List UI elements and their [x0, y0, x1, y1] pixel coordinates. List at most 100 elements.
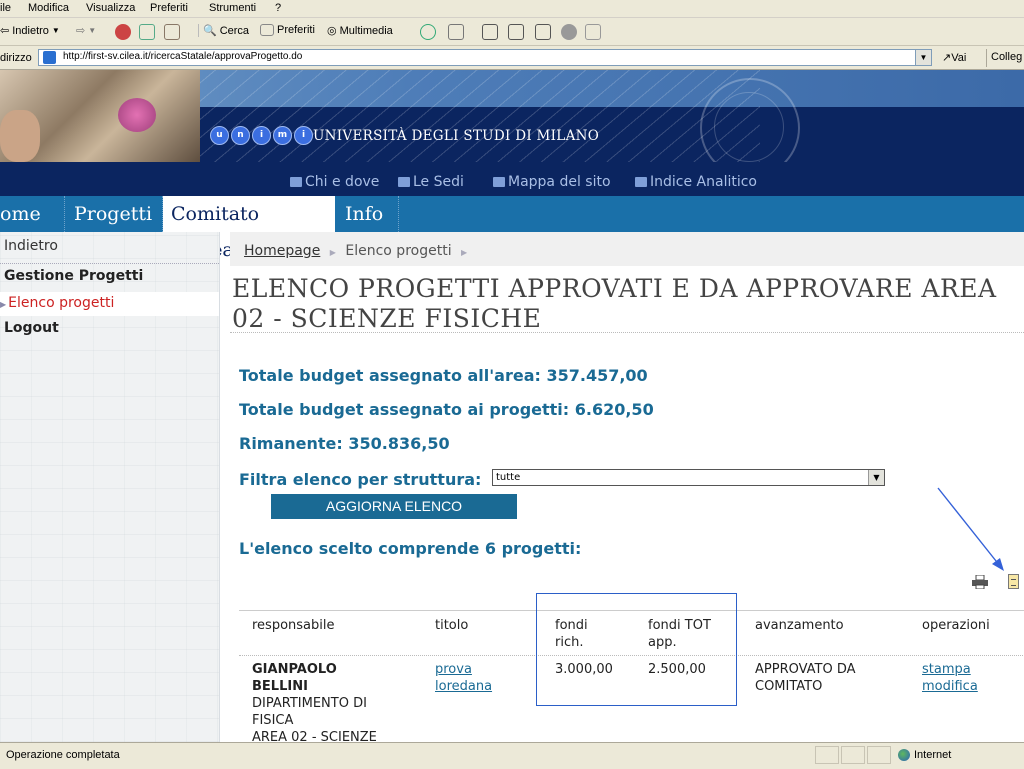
update-list-button[interactable]: AGGIORNA ELENCO [271, 494, 517, 519]
row-avanzamento: APPROVATO DA COMITATO [755, 662, 856, 694]
nav-info[interactable]: Info [337, 196, 399, 232]
url-input[interactable]: http://first-sv.cilea.it/ricercaStatale/… [38, 49, 932, 66]
sidebar-group-heading: Gestione Progetti [4, 268, 144, 284]
favorites-button[interactable]: Preferiti [260, 24, 315, 36]
service-links-bar: Chi e dove Le Sedi Mappa del sito Indice… [0, 162, 1024, 196]
media-icon: ◎ [327, 25, 337, 37]
project-title-link[interactable]: prova loredana [435, 661, 492, 695]
status-pane [867, 746, 891, 764]
logo-letter: i [294, 126, 313, 145]
indice-analitico-link[interactable]: Indice Analitico [635, 174, 757, 190]
highlight-box [536, 593, 737, 706]
go-button[interactable]: ↗Vai [942, 51, 966, 64]
back-button[interactable]: ⇦ Indietro ▼ [0, 24, 60, 38]
print-icon[interactable] [482, 24, 498, 40]
refresh-icon[interactable] [139, 24, 155, 40]
building-icon [398, 177, 410, 187]
stampa-link[interactable]: stampa [922, 662, 971, 677]
sitemap-icon [493, 177, 505, 187]
logo-letter: u [210, 126, 229, 145]
menu-edit[interactable]: Modifica [28, 2, 69, 14]
sidebar: Indietro Gestione Progetti ▶ Elenco proge… [0, 232, 220, 742]
sidebar-item-label: Elenco progetti [8, 295, 115, 311]
status-pane [815, 746, 839, 764]
forward-button[interactable]: ⇨ ▼ [76, 24, 96, 37]
breadcrumb-arrow-icon: ▶ [461, 248, 468, 257]
menu-tools[interactable]: Strumenti [209, 2, 256, 14]
service-label: Le Sedi [413, 174, 464, 190]
search-icon: 🔍 [203, 25, 217, 37]
photo-flask [118, 98, 156, 132]
dropdown-icon: ▼ [88, 26, 97, 35]
browser-status-bar: Operazione completata Internet [0, 742, 1024, 769]
search-label: Cerca [219, 24, 250, 37]
mail-icon[interactable] [448, 24, 464, 40]
discuss-icon[interactable] [535, 24, 551, 40]
unimi-logo[interactable]: u n i m i [210, 126, 313, 145]
links-button[interactable]: Colleg [986, 49, 1022, 67]
url-dropdown-icon[interactable]: ▼ [915, 50, 931, 65]
history-icon[interactable] [420, 24, 436, 40]
menu-view[interactable]: Visualizza [86, 2, 135, 14]
page-title: ELENCO PROGETTI APPROVATI E DA APPROVARE… [232, 274, 1022, 334]
university-name: UNIVERSITÀ DEGLI STUDI DI MILANO [313, 128, 600, 144]
breadcrumb-homepage-link[interactable]: Homepage [244, 243, 320, 259]
research-icon[interactable] [585, 24, 601, 40]
browser-menu-bar: ile Modifica Visualizza Preferiti Strume… [0, 0, 1024, 18]
chi-e-dove-link[interactable]: Chi e dove [290, 174, 379, 190]
modifica-link[interactable]: modifica [922, 679, 978, 694]
annotation-arrow [937, 487, 1004, 571]
mappa-sito-link[interactable]: Mappa del sito [493, 174, 611, 190]
browser-toolbar: ⇦ Indietro ▼ ⇨ ▼ 🔍 Cerca Preferiti ◎ Mul… [0, 18, 1024, 46]
site-banner: u n i m i UNIVERSITÀ DEGLI STUDI DI MILA… [0, 70, 1024, 162]
service-label: Indice Analitico [650, 174, 757, 190]
search-button[interactable]: 🔍 Cerca [198, 24, 249, 37]
address-label: dirizzo [0, 52, 32, 64]
responsabile-dept: DIPARTIMENTO DI FISICA AREA 02 - SCIENZE [252, 696, 377, 742]
print-icon[interactable] [972, 575, 988, 589]
zone-indicator: Internet [898, 749, 951, 761]
sidebar-logout-link[interactable]: Logout [0, 320, 219, 336]
nav-progetti[interactable]: Progetti [66, 196, 163, 232]
go-arrow-icon: ↗ [942, 52, 952, 64]
nav-label: Info [345, 203, 384, 225]
stop-icon[interactable] [115, 24, 131, 40]
menu-help[interactable]: ? [275, 2, 281, 14]
breadcrumb-current: Elenco progetti [345, 243, 452, 259]
sidebar-back-link[interactable]: Indietro [0, 238, 219, 264]
row-operazioni: stampa modifica [922, 661, 978, 695]
home-icon[interactable] [164, 24, 180, 40]
budget-area-text: Totale budget assegnato all'area: 357.45… [239, 366, 648, 385]
responsabile-name: GIANPAOLO BELLINI [252, 662, 337, 694]
page-title-line: ELENCO PROGETTI APPROVATI E DA APPROVARE… [232, 274, 997, 303]
contacts-icon [290, 177, 302, 187]
breadcrumb-arrow-icon: ▶ [329, 248, 336, 257]
le-sedi-link[interactable]: Le Sedi [398, 174, 464, 190]
filter-label: Filtra elenco per struttura: [239, 470, 482, 489]
select-dropdown-icon: ▼ [868, 470, 884, 485]
go-label: Vai [951, 52, 967, 64]
nav-comitato-area[interactable]: Comitato d'Area [163, 196, 335, 261]
notes-icon[interactable] [1008, 574, 1019, 589]
banner-pattern [200, 70, 760, 162]
globe-icon [898, 749, 910, 761]
media-button[interactable]: ◎ Multimedia [327, 24, 393, 38]
page-title-line: 02 - SCIENZE FISICHE [232, 304, 542, 333]
logo-letter: n [231, 126, 250, 145]
structure-filter-select[interactable]: tutte ▼ [492, 469, 885, 486]
sidebar-item-elenco-progetti[interactable]: ▶ Elenco progetti [0, 292, 219, 316]
menu-file[interactable]: ile [0, 2, 11, 14]
remaining-budget-text: Rimanente: 350.836,50 [239, 434, 450, 453]
page-icon [43, 51, 56, 64]
logo-letter: m [273, 126, 292, 145]
service-label: Mappa del sito [508, 174, 611, 190]
nav-home[interactable]: ome [0, 196, 65, 232]
messenger-icon[interactable] [561, 24, 577, 40]
status-pane [841, 746, 865, 764]
breadcrumb: Homepage ▶ Elenco progetti ▶ [230, 232, 1024, 266]
menu-favorites[interactable]: Preferiti [150, 2, 188, 14]
zone-label: Internet [914, 749, 952, 761]
bullet-arrow-icon: ▶ [0, 300, 7, 309]
project-count-text: L'elenco scelto comprende 6 progetti: [239, 539, 582, 558]
edit-icon[interactable] [508, 24, 524, 40]
